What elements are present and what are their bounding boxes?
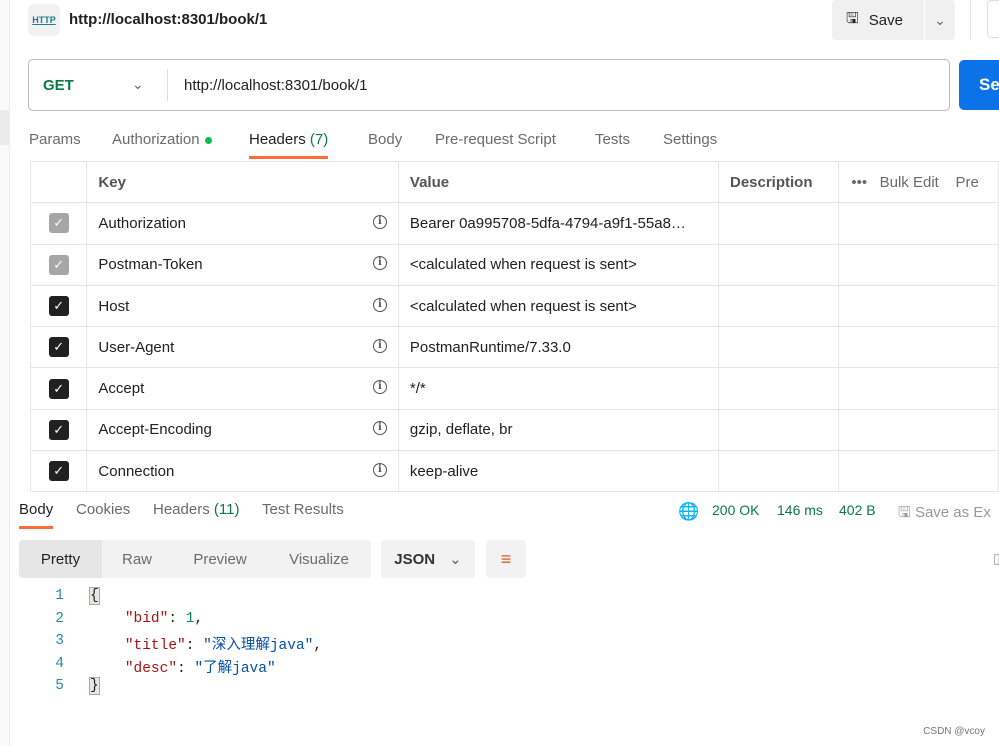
tab-cookies[interactable]: Cookies (76, 501, 130, 518)
info-icon[interactable]: i (372, 338, 387, 353)
more-icon[interactable]: ••• (851, 174, 867, 191)
save-icon: 🖫 (898, 504, 911, 521)
response-time[interactable]: 146 ms (777, 502, 823, 518)
row-checkbox[interactable]: ✓ (48, 296, 69, 317)
sidebar-gutter (0, 0, 10, 746)
save-icon: 🖫 (846, 9, 859, 27)
chevron-down-icon: ⌄ (934, 11, 946, 28)
table-row: ✓ Accept-Encoding i gzip, deflate, br (29, 408, 999, 452)
wrap-lines-icon[interactable]: ≡ (486, 540, 526, 578)
header-value[interactable]: gzip, deflate, br (397, 408, 719, 452)
row-checkbox[interactable]: ✓ (48, 378, 69, 399)
view-pretty[interactable]: Pretty (19, 540, 102, 578)
table-row: ✓ Postman-Token i <calculated when reques… (29, 243, 999, 286)
presets-button[interactable]: Pre (956, 174, 979, 191)
table-row: ✓ Accept i */* (29, 367, 999, 410)
url-input[interactable]: http://localhost:8301/book/1 (184, 77, 367, 94)
copy-icon[interactable]: ▯ (993, 550, 999, 567)
http-icon: HTTP (28, 4, 60, 36)
tab-pre-request-script[interactable]: Pre-request Script (435, 131, 556, 148)
globe-icon[interactable]: 🌐 (678, 502, 699, 522)
header-key[interactable]: Host (98, 298, 129, 315)
header-description[interactable] (717, 202, 840, 245)
info-icon[interactable]: i (372, 214, 387, 229)
method-select[interactable]: GET (43, 77, 74, 94)
row-checkbox[interactable]: ✓ (48, 337, 69, 358)
tab-response-headers[interactable]: Headers (11) (153, 501, 239, 518)
header-value[interactable]: PostmanRuntime/7.33.0 (397, 326, 719, 369)
header-description[interactable] (717, 326, 840, 369)
info-icon[interactable]: i (372, 297, 387, 312)
header-value[interactable]: Bearer 0a995708-5dfa-4794-a9f1-55a8… (397, 202, 719, 245)
info-icon[interactable]: i (372, 462, 387, 477)
header-description[interactable] (717, 408, 840, 452)
header-description[interactable] (717, 367, 840, 410)
save-dropdown-button[interactable]: ⌄ (925, 0, 955, 40)
header-description[interactable] (717, 284, 840, 328)
info-icon[interactable]: i (372, 421, 387, 436)
status-code[interactable]: 200 OK (712, 502, 759, 518)
toolbar-button[interactable] (987, 0, 999, 38)
tab-settings[interactable]: Settings (663, 131, 717, 148)
info-icon[interactable]: i (372, 256, 387, 271)
header-value[interactable]: <calculated when request is sent> (397, 243, 719, 286)
brace-open: { (89, 587, 100, 605)
tab-test-results[interactable]: Test Results (262, 501, 344, 518)
format-select[interactable]: JSON ⌄ (381, 540, 475, 578)
request-title[interactable]: http://localhost:8301/book/1 (69, 11, 267, 28)
header-key[interactable]: Authorization (98, 215, 186, 232)
view-raw[interactable]: Raw (102, 540, 172, 578)
header-key[interactable]: Connection (98, 463, 174, 480)
tab-params[interactable]: Params (29, 131, 81, 148)
row-checkbox[interactable]: ✓ (48, 254, 69, 275)
tab-authorization[interactable]: Authorization (112, 131, 212, 148)
tab-response-body[interactable]: Body (19, 501, 54, 529)
header-description[interactable] (717, 243, 840, 286)
info-icon[interactable]: i (372, 380, 387, 395)
header-description[interactable] (717, 450, 840, 493)
header-key[interactable]: Accept-Encoding (98, 421, 211, 438)
row-checkbox[interactable]: ✓ (48, 461, 69, 482)
column-value: Value (397, 160, 719, 204)
table-row: ✓ Host i <calculated when request is sent… (29, 284, 999, 328)
table-row: ✓ Authorization i Bearer 0a995708-5dfa-47… (29, 202, 999, 245)
tab-headers[interactable]: Headers (7) (249, 131, 329, 159)
header-key[interactable]: User-Agent (98, 339, 174, 356)
save-button[interactable]: 🖫 Save (832, 0, 924, 40)
headers-table: Key Value Description ••• Bulk Edit Pre … (29, 160, 999, 493)
tab-tests[interactable]: Tests (595, 131, 630, 148)
send-button[interactable]: Se (959, 60, 999, 110)
chevron-down-icon[interactable]: ⌄ (132, 76, 144, 93)
row-checkbox[interactable]: ✓ (48, 213, 69, 234)
header-value[interactable]: */* (397, 367, 719, 410)
row-checkbox[interactable]: ✓ (48, 419, 69, 440)
response-size[interactable]: 402 B (839, 502, 876, 518)
divider (167, 69, 168, 101)
header-value[interactable]: keep-alive (397, 450, 719, 493)
header-key[interactable]: Accept (98, 380, 144, 397)
divider (970, 0, 971, 40)
header-value[interactable]: <calculated when request is sent> (397, 284, 719, 328)
chevron-down-icon: ⌄ (449, 551, 462, 568)
header-key[interactable]: Postman-Token (98, 256, 202, 273)
watermark: CSDN @vcoy (923, 726, 985, 737)
save-as-example-button[interactable]: 🖫 Save as Ex (898, 502, 991, 527)
column-description: Description (717, 160, 840, 204)
status-dot (204, 136, 212, 144)
view-preview[interactable]: Preview (178, 540, 262, 578)
table-row: ✓ Connection i keep-alive (29, 450, 999, 493)
tab-body[interactable]: Body (368, 131, 402, 148)
view-visualize[interactable]: Visualize (272, 540, 366, 578)
brace-close: } (89, 677, 100, 695)
table-row: ✓ User-Agent i PostmanRuntime/7.33.0 (29, 326, 999, 369)
bulk-edit-button[interactable]: Bulk Edit (880, 174, 939, 191)
column-key: Key (86, 160, 399, 204)
